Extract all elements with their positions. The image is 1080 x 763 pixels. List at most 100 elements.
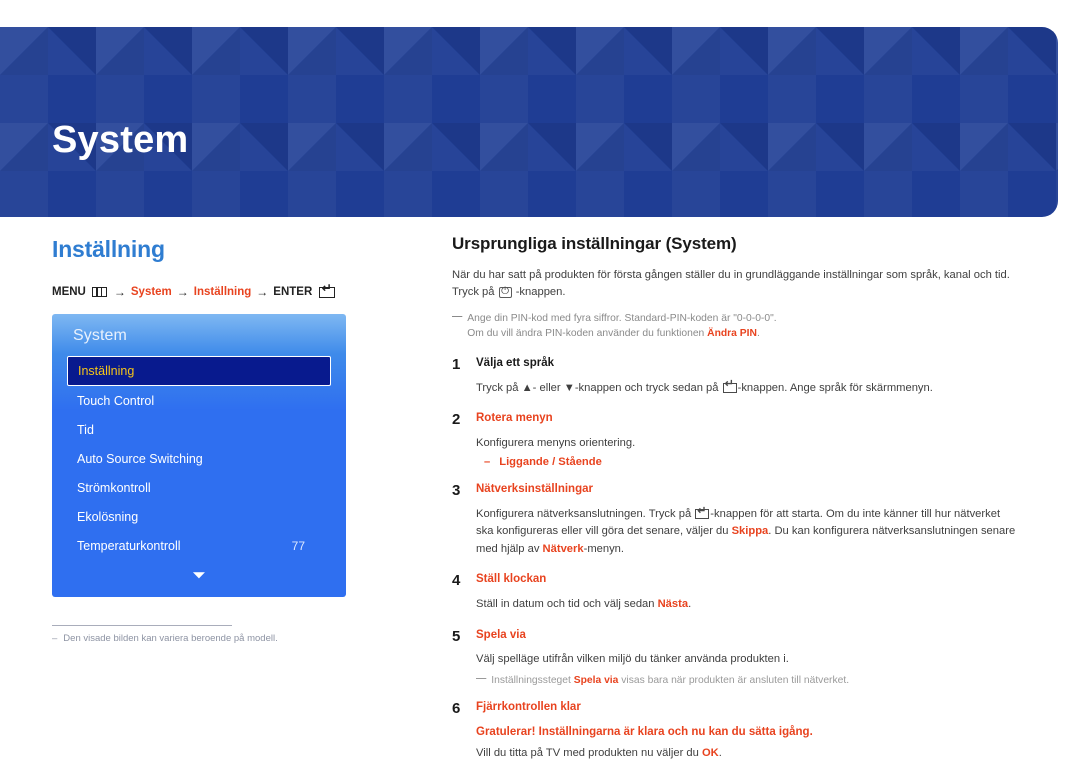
step-heading: Rotera menyn — [476, 411, 553, 424]
note-highlight-andra-pin[interactable]: Ändra PIN — [707, 328, 757, 339]
footnote-dash: – — [52, 633, 58, 644]
step-note-highlight-spela-via[interactable]: Spela via — [574, 675, 619, 686]
left-footnote-block: – Den visade bilden kan variera beroende… — [52, 625, 302, 644]
power-button-icon — [498, 285, 512, 298]
breadcrumb-item-system[interactable]: System — [131, 286, 172, 298]
final-highlight-ok[interactable]: OK — [702, 747, 719, 759]
step-note-body: Inställningssteget Spela via visas bara … — [491, 673, 849, 688]
step-number: 2 — [452, 410, 461, 428]
breadcrumb: MENU → System → Inställning → ENTER — [52, 283, 392, 299]
step-heading: Nätverksinställningar — [476, 483, 593, 496]
osd-item-tid[interactable]: Tid — [67, 415, 331, 444]
breadcrumb-arrow-2: → — [176, 285, 189, 299]
step-text: Konfigurera menyns orientering. — [476, 436, 636, 449]
osd-item-label: Auto Source Switching — [77, 451, 203, 466]
osd-item-ekolosning[interactable]: Ekolösning — [67, 502, 331, 531]
osd-panel-title: System — [73, 327, 127, 344]
footnote-divider — [52, 625, 232, 626]
step-number: 1 — [452, 355, 461, 373]
pin-note: — Ange din PIN-kod med fyra siffror. Sta… — [452, 311, 1020, 342]
osd-item-temperaturkontroll[interactable]: Temperaturkontroll 77 — [67, 531, 331, 560]
step-highlight-nasta[interactable]: Nästa — [658, 598, 688, 610]
note-line-2b: . — [756, 328, 760, 340]
step-text-d: -menyn. — [583, 542, 625, 555]
page-banner: System — [0, 27, 1058, 217]
step-highlight-skippa[interactable]: Skippa — [732, 525, 769, 537]
breadcrumb-arrow-1: → — [113, 285, 126, 299]
osd-item-installning[interactable]: Inställning — [67, 356, 331, 386]
page-content: Inställning MENU → System → Inställning … — [0, 217, 1080, 763]
step-number: 5 — [452, 627, 461, 645]
step-body: Rotera menyn Konfigurera menyns orienter… — [476, 411, 1020, 481]
intro-line-2b: -knappen. — [515, 286, 566, 299]
step-text-a: Konfigurera nätverksanslutningen. Tryck … — [476, 508, 692, 521]
breadcrumb-menu-label: MENU — [52, 286, 86, 298]
step-body: Nätverksinställningar Konfigurera nätver… — [476, 482, 1020, 571]
step-note-a: Inställningssteget — [491, 674, 571, 686]
step-number: 3 — [452, 482, 461, 500]
step-heading: Spela via — [476, 628, 526, 641]
step-body: Ställ klockan Ställ in datum och tid och… — [476, 572, 1020, 626]
step-heading: Ställ klockan — [476, 573, 547, 586]
intro-paragraph: När du har satt på produkten för första … — [452, 267, 1020, 302]
step-number: 6 — [452, 700, 461, 718]
step-text-b: -knappen. Ange språk för skärmmenyn. — [737, 381, 933, 394]
step-body: Fjärrkontrollen klar Gratulerar! Inställ… — [476, 700, 1020, 762]
osd-item-label: Temperaturkontroll — [77, 538, 181, 553]
step-text-b: . — [688, 598, 692, 611]
osd-item-label: Strömkontroll — [77, 480, 151, 495]
final-sub-b: . — [718, 747, 722, 760]
osd-item-stromkontroll[interactable]: Strömkontroll — [67, 473, 331, 502]
step-heading: Välja ett språk — [476, 356, 554, 369]
breadcrumb-enter-label: ENTER — [273, 286, 313, 298]
step-text-a: Tryck på ▲- eller ▼-knappen och tryck se… — [476, 381, 719, 394]
left-footnote: – Den visade bilden kan variera beroende… — [52, 633, 302, 644]
enter-key-icon — [695, 506, 710, 520]
note-line-2a: Om du vill ändra PIN-koden använder du f… — [467, 328, 705, 340]
section-title: Inställning — [52, 236, 165, 262]
step-5: 5 Spela via Välj spelläge utifrån vilken… — [452, 628, 1020, 700]
step-3: 3 Nätverksinställningar Konfigurera nätv… — [452, 482, 1020, 571]
step-text: Ställ in datum och tid och välj sedan Nä… — [476, 596, 1020, 613]
step-sub-bullet: – Liggande / Stående — [476, 456, 1020, 468]
intro-line-1: När du har satt på produkten för första … — [452, 269, 1010, 281]
osd-item-label: Touch Control — [77, 393, 155, 408]
breadcrumb-item-installning[interactable]: Inställning — [194, 286, 252, 298]
step-2: 2 Rotera menyn Konfigurera menyns orient… — [452, 411, 1020, 481]
page-title: System — [52, 119, 189, 161]
footnote-text: Den visade bilden kan variera beroende p… — [63, 633, 278, 644]
note-body: Ange din PIN-kod med fyra siffror. Stand… — [467, 311, 776, 342]
chevron-down-icon[interactable]: ⏷ — [52, 568, 346, 583]
left-column: Inställning MENU → System → Inställning … — [52, 236, 392, 644]
step-text-a: Ställ in datum och tid och välj sedan — [476, 598, 655, 611]
step-number: 4 — [452, 572, 461, 590]
step-body: Spela via Välj spelläge utifrån vilken m… — [476, 628, 1020, 700]
osd-item-auto-source-switching[interactable]: Auto Source Switching — [67, 444, 331, 473]
step-text: Välj spelläge utifrån vilken miljö du tä… — [476, 653, 789, 666]
step-note-dash: — — [476, 672, 487, 684]
menu-grid-icon — [91, 287, 107, 297]
osd-item-touch-control[interactable]: Touch Control — [67, 386, 331, 415]
final-sub-text: Vill du titta på TV med produkten nu väl… — [476, 745, 1020, 762]
enter-key-icon — [722, 379, 737, 393]
step-4: 4 Ställ klockan Ställ in datum och tid o… — [452, 572, 1020, 626]
osd-item-value: 77 — [291, 538, 305, 553]
step-heading: Fjärrkontrollen klar — [476, 701, 581, 714]
step-body: Välja ett språk Tryck på ▲- eller ▼-knap… — [476, 356, 1020, 410]
note-dash: — — [452, 310, 463, 322]
sub-bullet-text[interactable]: Liggande / Stående — [499, 456, 602, 468]
osd-item-label: Ekolösning — [77, 509, 139, 524]
step-highlight-natverk[interactable]: Nätverk — [543, 543, 584, 555]
step-text: Tryck på ▲- eller ▼-knappen och tryck se… — [476, 379, 1020, 397]
final-sub-a: Vill du titta på TV med produkten nu väl… — [476, 747, 699, 760]
article-title: Ursprungliga inställningar (System) — [452, 234, 737, 253]
step-6: 6 Fjärrkontrollen klar Gratulerar! Instä… — [452, 700, 1020, 762]
osd-item-label: Inställning — [78, 364, 135, 378]
intro-line-2a: Tryck på — [452, 286, 495, 299]
right-column: Ursprungliga inställningar (System) När … — [452, 234, 1020, 763]
step-1: 1 Välja ett språk Tryck på ▲- eller ▼-kn… — [452, 356, 1020, 410]
sub-bullet-dash: – — [484, 456, 491, 469]
step-note-b: visas bara när produkten är ansluten til… — [621, 674, 850, 686]
osd-menu-panel: System Inställning Touch Control Tid Aut… — [52, 314, 346, 597]
congratulations-text: Gratulerar! Inställningarna är klara och… — [476, 726, 813, 739]
